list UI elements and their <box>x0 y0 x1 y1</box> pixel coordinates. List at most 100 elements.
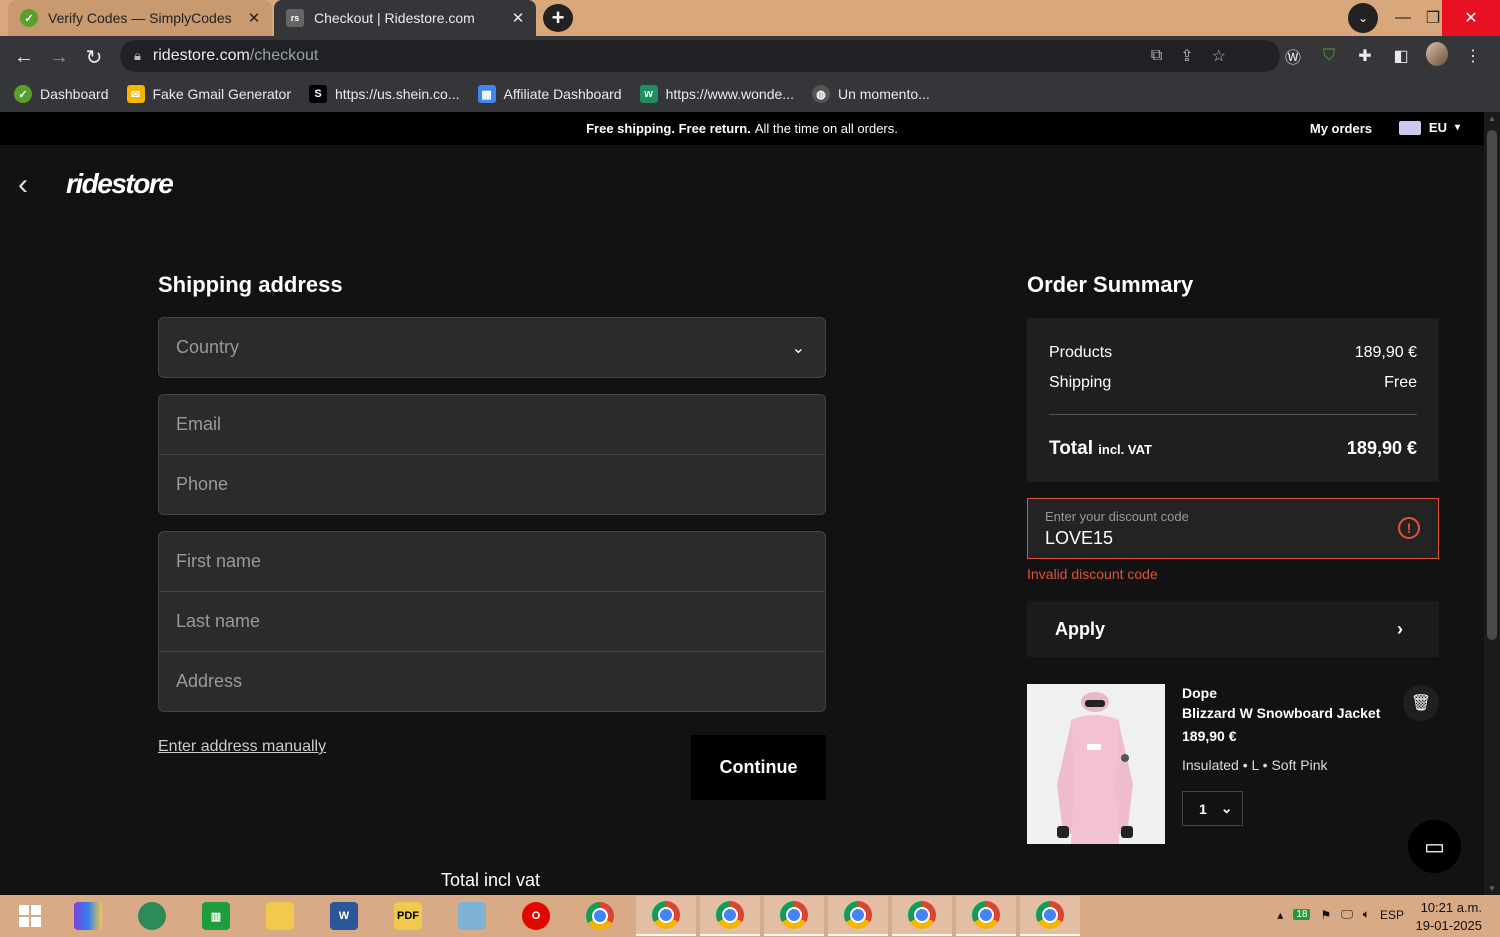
taskbar-app[interactable]: ▥ <box>186 896 246 936</box>
forward-icon[interactable]: → <box>46 44 72 70</box>
close-icon[interactable]: ✕ <box>246 9 262 27</box>
profile-avatar[interactable] <box>1426 41 1448 71</box>
email-field[interactable]: Email <box>158 394 826 455</box>
error-icon: ! <box>1398 517 1420 539</box>
apply-button[interactable]: Apply › <box>1027 601 1439 657</box>
window-close-button[interactable]: ✕ <box>1442 0 1500 36</box>
bookmark-star-icon[interactable]: ☆ <box>1212 46 1226 66</box>
lock-icon: 🔒︎ <box>134 48 141 63</box>
chevron-up-icon[interactable]: ▴ <box>1277 908 1283 922</box>
last-name-field[interactable]: Last name <box>158 592 826 652</box>
phone-field[interactable]: Phone <box>158 455 826 515</box>
tab-verify-codes[interactable]: ✓ Verify Codes — SimplyCodes ✕ <box>8 0 272 36</box>
back-arrow-icon[interactable]: ‹ <box>18 168 28 202</box>
taskbar-chrome-window[interactable] <box>956 896 1016 936</box>
product-name[interactable]: Blizzard W Snowboard Jacket <box>1182 705 1380 721</box>
bookmark-item[interactable]: ✉ Fake Gmail Generator <box>126 85 292 103</box>
phone-placeholder: Phone <box>176 474 229 494</box>
region-selector[interactable]: EU ▾ <box>1398 120 1460 135</box>
address-field[interactable]: Address <box>158 652 826 712</box>
simplycodes-icon: ✓ <box>14 85 32 103</box>
taskbar-clock[interactable]: 10:21 a.m. 19-01-2025 <box>1416 899 1483 935</box>
quantity-select[interactable]: 1 ⌄ <box>1182 791 1243 826</box>
tab-label: Checkout | Ridestore.com <box>314 10 475 26</box>
first-name-field[interactable]: First name <box>158 531 826 592</box>
region-label: EU <box>1428 120 1447 135</box>
url-bar[interactable]: 🔒︎ ridestore.com/checkout ⧉ ⇪ ☆ <box>120 40 1280 72</box>
network-icon[interactable]: 🖵︎ <box>1341 907 1353 922</box>
notification-badge[interactable]: 18 <box>1293 909 1311 920</box>
taskbar-app[interactable] <box>570 896 630 936</box>
bookmark-item[interactable]: ◍ Un momento... <box>811 85 930 103</box>
menu-dots-icon[interactable]: ⋮ <box>1462 46 1484 66</box>
minimize-button[interactable]: — <box>1386 0 1420 36</box>
app-stripes-icon <box>74 902 102 930</box>
ridestore-logo[interactable]: ridestore <box>66 168 174 200</box>
windows-taskbar: ▥ W PDF O ▴ 18 ⚑ 🖵︎ 🔈︎ ESP 10:21 a.m. 19… <box>0 895 1500 937</box>
language-indicator[interactable]: ESP <box>1380 908 1404 922</box>
shipping-row: Shipping Free <box>1049 374 1417 392</box>
taskbar-chrome-window[interactable] <box>764 896 824 936</box>
translate-icon[interactable]: ⧉ <box>1151 47 1162 65</box>
taskbar-app[interactable] <box>442 896 502 936</box>
chat-icon[interactable]: ▭ <box>1408 820 1461 873</box>
taskbar-chrome-window[interactable] <box>1020 896 1080 936</box>
bookmark-item[interactable]: S https://us.shein.co... <box>309 85 460 103</box>
scroll-up-icon[interactable]: ▲ <box>1487 114 1497 123</box>
shield-icon[interactable]: ⛉ <box>1318 47 1340 65</box>
country-select[interactable]: Country ⌄ <box>158 317 826 378</box>
share-icon[interactable]: ⇪ <box>1180 46 1193 66</box>
side-panel-icon[interactable]: ◧ <box>1390 46 1412 66</box>
browser-tab-strip: ✓ Verify Codes — SimplyCodes ✕ rs Checko… <box>0 0 1500 36</box>
taskbar-app[interactable] <box>250 896 310 936</box>
extensions-puzzle-icon[interactable]: ✚ <box>1354 46 1376 66</box>
continue-button[interactable]: Continue <box>691 735 826 800</box>
product-variant: Insulated • L • Soft Pink <box>1182 757 1328 773</box>
taskbar-app[interactable] <box>122 896 182 936</box>
promo-bold: Free shipping. Free return. <box>586 121 751 136</box>
taskbar-app[interactable]: O <box>506 896 566 936</box>
taskbar-app[interactable]: W <box>314 896 374 936</box>
taskbar-app[interactable] <box>58 896 118 936</box>
tab-search-button[interactable]: ⌄ <box>1348 3 1378 33</box>
tab-label: Verify Codes — SimplyCodes <box>48 10 232 26</box>
dashboard-icon: ▦ <box>477 85 496 103</box>
country-placeholder: Country <box>176 337 240 357</box>
scroll-down-icon[interactable]: ▼ <box>1487 884 1497 893</box>
tab-checkout[interactable]: rs Checkout | Ridestore.com ✕ <box>274 0 536 36</box>
discount-error-message: Invalid discount code <box>1027 566 1158 582</box>
total-row: Total incl. VAT 189,90 € <box>1049 438 1417 460</box>
bookmark-label: Fake Gmail Generator <box>152 86 292 102</box>
flag-icon[interactable]: ⚑ <box>1320 908 1331 922</box>
start-button[interactable] <box>0 896 60 936</box>
scroll-thumb[interactable] <box>1487 130 1497 640</box>
extension-w-icon[interactable]: Ⓦ <box>1282 44 1304 68</box>
close-icon[interactable]: ✕ <box>510 9 526 27</box>
chevron-down-icon: ▾ <box>1454 122 1460 133</box>
new-tab-button[interactable]: + <box>543 4 573 32</box>
taskbar-chrome-window[interactable] <box>892 896 952 936</box>
back-icon[interactable]: ← <box>11 44 37 70</box>
taskbar-chrome-window[interactable] <box>636 896 696 936</box>
reload-icon[interactable]: ↻ <box>81 44 107 70</box>
product-brand: Dope <box>1182 685 1217 701</box>
notepad-icon <box>458 902 486 930</box>
page-scrollbar[interactable]: ▲ ▼ <box>1484 112 1500 895</box>
bookmark-label: Dashboard <box>40 86 109 102</box>
discount-label: Enter your discount code <box>1045 509 1189 524</box>
simplycodes-icon: ✓ <box>20 9 38 27</box>
taskbar-app[interactable]: PDF <box>378 896 438 936</box>
discount-value[interactable]: LOVE15 <box>1045 528 1113 549</box>
my-orders-link[interactable]: My orders <box>1310 121 1372 136</box>
trash-icon[interactable]: 🗑︎ <box>1403 685 1439 721</box>
discount-code-field[interactable]: Enter your discount code LOVE15 ! <box>1027 498 1439 559</box>
ridestore-favicon-icon: rs <box>286 9 304 27</box>
bookmark-item[interactable]: ▦ Affiliate Dashboard <box>477 85 622 103</box>
enter-address-manually-link[interactable]: Enter address manually <box>158 738 326 756</box>
bookmark-item[interactable]: w https://www.wonde... <box>639 85 794 103</box>
volume-icon[interactable]: 🔈︎ <box>1363 907 1370 922</box>
product-image[interactable] <box>1027 684 1165 844</box>
bookmark-item[interactable]: ✓ Dashboard <box>14 85 109 103</box>
taskbar-chrome-window[interactable] <box>828 896 888 936</box>
taskbar-chrome-window[interactable] <box>700 896 760 936</box>
